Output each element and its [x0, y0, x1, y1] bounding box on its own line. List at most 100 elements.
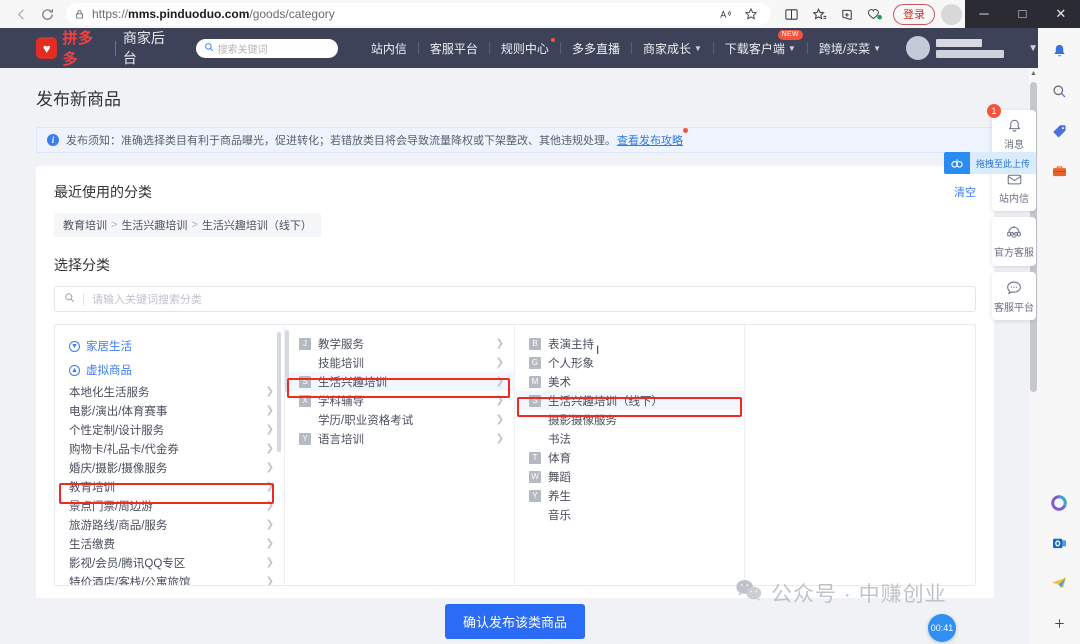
category-column-1-list: ▼ 家居生活 ▲ 虚拟商品 本地化生活服务 ❯ 电影/演出/体育赛事 ❯ 个性定制/设计服务 ❯ 购…: [55, 325, 284, 585]
window-minimize-button[interactable]: ─: [965, 0, 1003, 28]
nav-item-guizezhongxin[interactable]: 规则中心: [490, 37, 560, 57]
pdd-logo-icon: ♥: [36, 37, 58, 59]
recent-list: 教育培训 > 生活兴趣培训 > 生活兴趣培训（线下）: [36, 202, 994, 251]
category-label: 技能培训: [318, 357, 364, 370]
category-l3-item[interactable]: 摄影摄像服务: [515, 410, 744, 429]
account-name-masked: [936, 38, 1005, 58]
chevron-right-icon: ❯: [495, 357, 504, 368]
nav-label: 商家成长: [642, 41, 691, 56]
star-icon[interactable]: [739, 3, 763, 25]
split-screen-icon[interactable]: [777, 0, 805, 28]
nav-item-zhanneixin[interactable]: 站内信: [360, 40, 418, 57]
collections-icon[interactable]: [833, 0, 861, 28]
letter-index-badge: B: [529, 337, 541, 350]
recording-timer-badge: 00:41: [928, 614, 956, 642]
login-button[interactable]: 登录: [893, 3, 935, 25]
tag-icon[interactable]: [1046, 118, 1072, 144]
clear-recent-button[interactable]: 清空: [954, 184, 976, 200]
browser-essentials-icon[interactable]: [861, 0, 889, 28]
category-l1-item[interactable]: 教育培训 ❯: [55, 477, 284, 496]
add-icon[interactable]: [1046, 610, 1072, 636]
window-maximize-button[interactable]: □: [1003, 0, 1041, 28]
nav-item-duoduozhibo[interactable]: 多多直播: [561, 40, 631, 57]
category-l3-item[interactable]: 书法: [515, 429, 744, 448]
category-label: 旅游路线/商品/服务: [69, 519, 168, 532]
address-bar[interactable]: https://mms.pinduoduo.com/goods/category: [66, 3, 771, 25]
dock-button-support-platform[interactable]: 客服平台: [992, 271, 1036, 320]
category-l1-item[interactable]: 特价酒店/客栈/公寓旅馆 ❯: [55, 572, 284, 585]
column-2-scrollbar[interactable]: [285, 330, 289, 392]
category-label: 书法: [548, 433, 571, 446]
search-icon[interactable]: [1046, 78, 1072, 104]
category-l3-item[interactable]: B 表演主持: [515, 334, 744, 353]
nav-item-kefupingtai[interactable]: 客服平台: [419, 40, 489, 57]
category-l1-item[interactable]: 景点门票/周边游 ❯: [55, 496, 284, 515]
read-aloud-icon[interactable]: [713, 3, 737, 25]
category-l1-item[interactable]: 购物卡/礼品卡/代金券 ❯: [55, 439, 284, 458]
scroll-up-arrow[interactable]: ▲: [1030, 70, 1037, 77]
category-l3-item[interactable]: S 生活兴趣培训（线下）: [515, 391, 744, 410]
nav-item-kuajing-maicai[interactable]: 跨境/买菜 ▼: [808, 40, 892, 57]
category-l3-item[interactable]: 音乐: [515, 505, 744, 524]
outlook-icon[interactable]: [1046, 530, 1072, 556]
nav-item-shangjiachengzhang[interactable]: 商家成长 ▼: [632, 40, 713, 57]
category-search-input[interactable]: 请输入关键词搜索分类: [54, 286, 976, 312]
category-l1-item[interactable]: ▲ 虚拟商品: [55, 358, 284, 382]
category-l2-item[interactable]: J 教学服务 ❯: [285, 334, 514, 353]
category-label: 景点门票/周边游: [69, 500, 153, 513]
bell-icon[interactable]: [1046, 38, 1072, 64]
category-l1-item[interactable]: 电影/演出/体育赛事 ❯: [55, 401, 284, 420]
telegram-icon[interactable]: [1046, 570, 1072, 596]
category-l3-item[interactable]: W 舞蹈: [515, 467, 744, 486]
recent-chip-part-3: 生活兴趣培训（线下）: [201, 220, 312, 232]
dock-label: 客服平台: [994, 302, 1034, 314]
category-l2-item[interactable]: S 生活兴趣培训 ❯: [285, 372, 514, 391]
drag-upload-text: 拖拽至此上传: [969, 152, 1036, 174]
category-label: 婚庆/摄影/摄像服务: [69, 462, 168, 475]
category-l3-item[interactable]: M 美术: [515, 372, 744, 391]
new-badge: NEW: [777, 29, 803, 40]
category-l1-item[interactable]: 影视/会员/腾讯QQ专区 ❯: [55, 553, 284, 572]
letter-index-badge: Y: [299, 432, 311, 445]
category-l1-item[interactable]: 生活缴费 ❯: [55, 534, 284, 553]
category-l3-item[interactable]: Y 养生: [515, 486, 744, 505]
message-count-badge: 1: [987, 104, 1001, 118]
category-l3-item[interactable]: T 体育: [515, 448, 744, 467]
account-menu[interactable]: ▼: [906, 36, 1038, 60]
pdd-logo[interactable]: ♥ 拼多多 商家后台: [36, 27, 178, 69]
site-info-lock-icon[interactable]: [74, 9, 85, 20]
screenshot-root: https://mms.pinduoduo.com/goods/category: [0, 0, 1080, 644]
publish-guide-link[interactable]: 查看发布攻略: [617, 128, 688, 148]
category-l2-item[interactable]: 学历/职业资格考试 ❯: [285, 410, 514, 429]
category-label: 音乐: [548, 509, 571, 522]
chevron-right-icon: ❯: [495, 376, 504, 387]
back-button[interactable]: [8, 1, 34, 27]
chat-bubble-icon: [1005, 279, 1023, 300]
briefcase-icon[interactable]: [1046, 158, 1072, 184]
dock-button-messages[interactable]: 1 消息: [987, 104, 1036, 158]
nav-item-xiazaikehuduan[interactable]: 下载客户端 ▼ NEW: [714, 29, 807, 57]
category-l1-item[interactable]: ▼ 家居生活: [55, 334, 284, 358]
category-l2-item[interactable]: 技能培训 ❯: [285, 353, 514, 372]
column-1-scrollbar[interactable]: [277, 332, 281, 452]
category-l1-item[interactable]: 个性定制/设计服务 ❯: [55, 420, 284, 439]
profile-avatar[interactable]: [941, 3, 962, 25]
chevron-right-icon: ❯: [265, 405, 274, 416]
header-search-input[interactable]: 搜索关键词: [195, 38, 338, 58]
reload-button[interactable]: [34, 1, 60, 27]
category-l3-item[interactable]: G 个人形象: [515, 353, 744, 372]
confirm-publish-button[interactable]: 确认发布该类商品: [444, 603, 585, 639]
window-close-button[interactable]: ✕: [1042, 0, 1080, 28]
breadcrumb-separator: >: [191, 219, 198, 231]
category-l1-item[interactable]: 旅游路线/商品/服务 ❯: [55, 515, 284, 534]
drag-upload-tooltip[interactable]: 拖拽至此上传: [943, 152, 1036, 174]
category-l2-item[interactable]: X 学科辅导 ❯: [285, 391, 514, 410]
category-column-2-list: J 教学服务 ❯ 技能培训 ❯ S 生活兴趣培训 ❯ X 学科辅导 ❯ 学历/职业资格考试 ❯ Y 语言培训…: [285, 325, 514, 448]
category-l2-item[interactable]: Y 语言培训 ❯: [285, 429, 514, 448]
favorites-icon[interactable]: [805, 0, 833, 28]
dock-button-official-support[interactable]: 官方客服: [992, 217, 1036, 266]
category-l1-item[interactable]: 本地化生活服务 ❯: [55, 382, 284, 401]
copilot-icon[interactable]: [1046, 490, 1072, 516]
category-l1-item[interactable]: 婚庆/摄影/摄像服务 ❯: [55, 458, 284, 477]
recent-category-chip[interactable]: 教育培训 > 生活兴趣培训 > 生活兴趣培训（线下）: [54, 213, 321, 237]
